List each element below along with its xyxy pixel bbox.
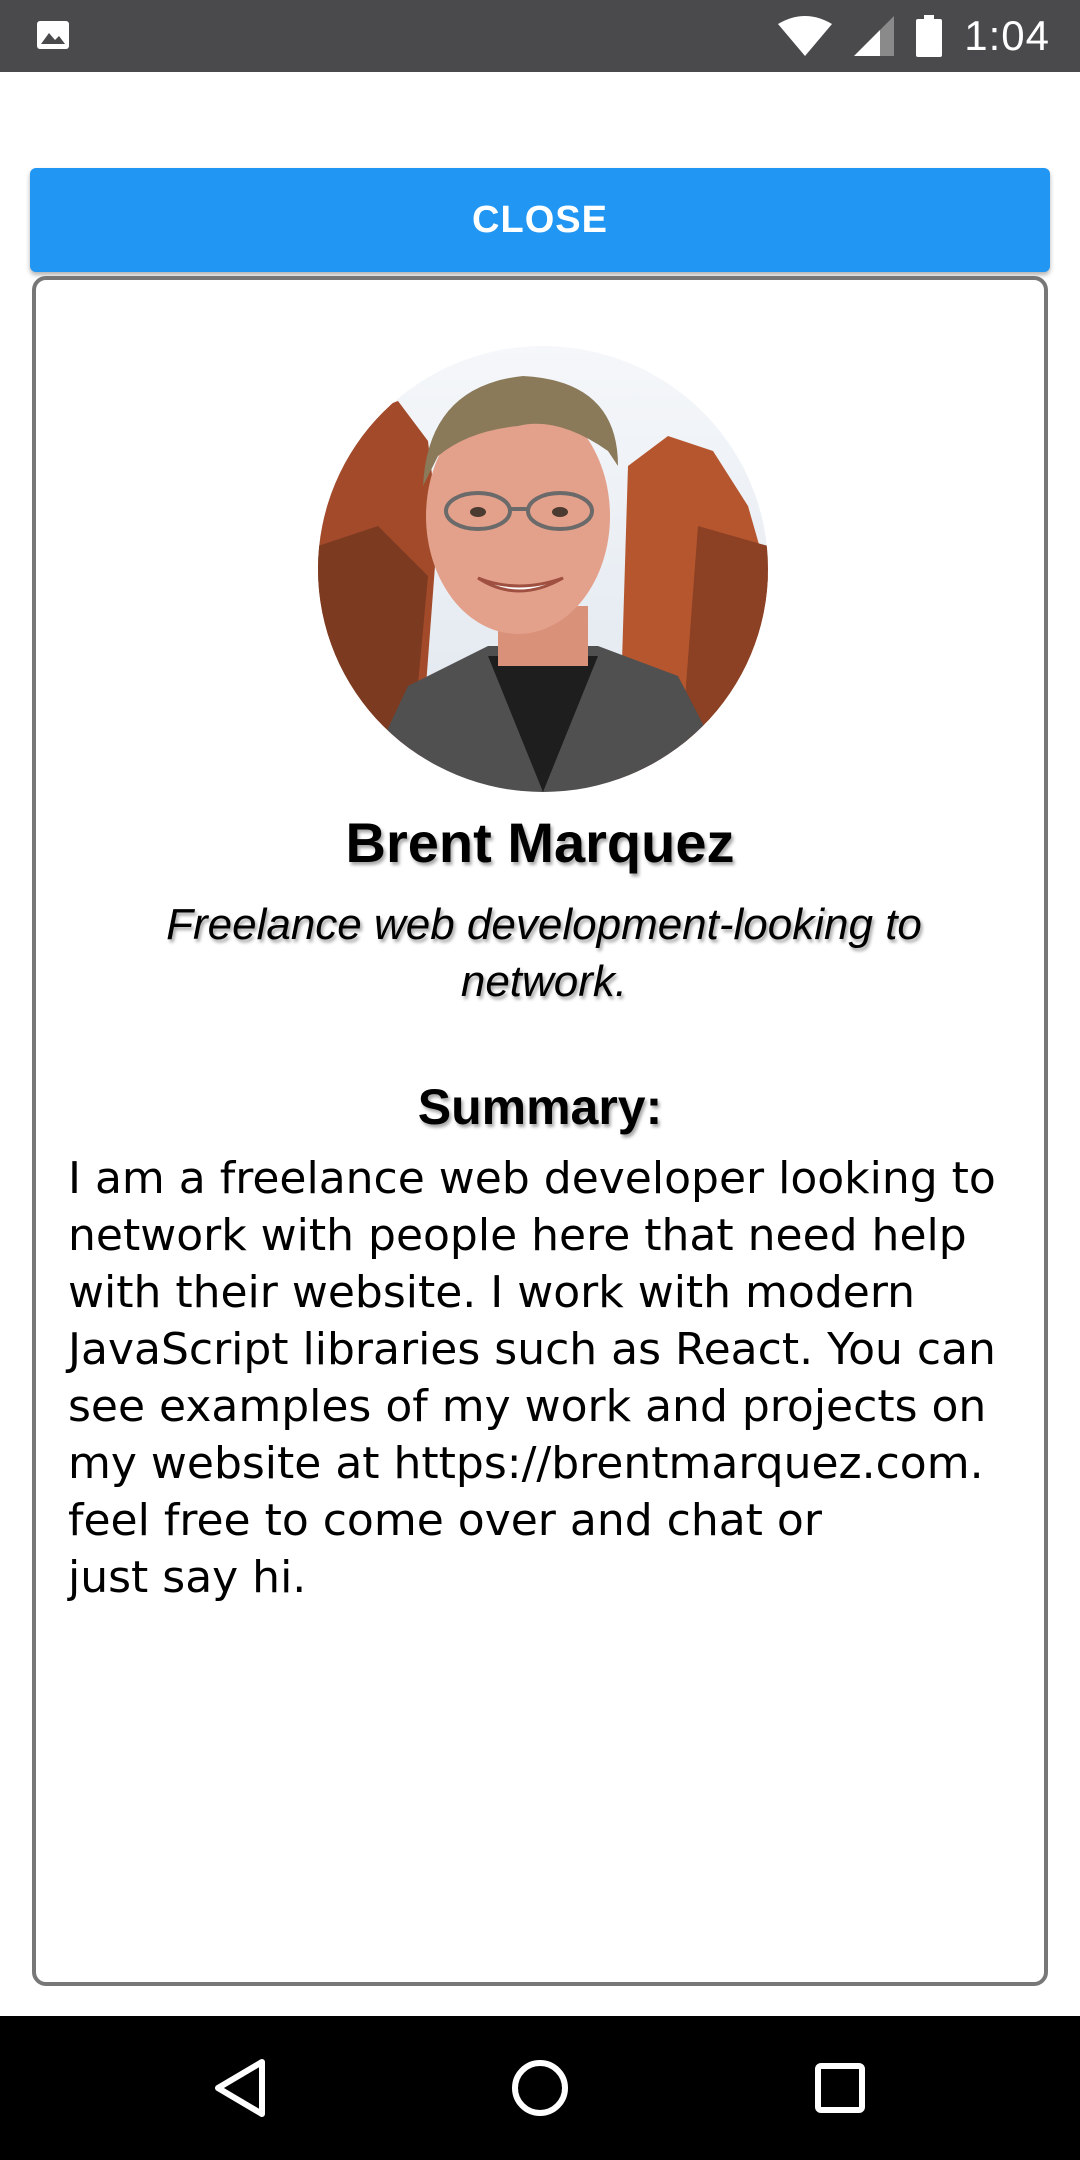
status-bar: 1:04 — [0, 0, 1080, 72]
profile-name: Brent Marquez — [345, 811, 735, 874]
wifi-icon — [778, 16, 833, 56]
profile-tagline: Freelance web development-looking to net… — [166, 900, 922, 1006]
avatar — [318, 346, 768, 792]
back-button[interactable] — [160, 2016, 320, 2160]
summary-heading: Summary: — [417, 1079, 663, 1135]
home-button[interactable] — [460, 2016, 620, 2160]
recents-icon — [815, 2063, 865, 2113]
summary-text: I am a freelance web developer looking t… — [68, 1153, 996, 1603]
close-button[interactable]: CLOSE — [30, 168, 1050, 272]
signal-icon — [854, 16, 895, 56]
image-icon — [37, 21, 69, 49]
home-icon — [512, 2060, 568, 2116]
status-time: 1:04 — [964, 12, 1050, 59]
back-icon — [215, 2059, 265, 2117]
navigation-bar — [0, 2016, 1080, 2160]
recents-button[interactable] — [760, 2016, 920, 2160]
profile-photo — [318, 346, 768, 792]
profile-card: Brent Marquez Freelance web development-… — [32, 276, 1048, 1986]
battery-icon — [916, 15, 943, 57]
